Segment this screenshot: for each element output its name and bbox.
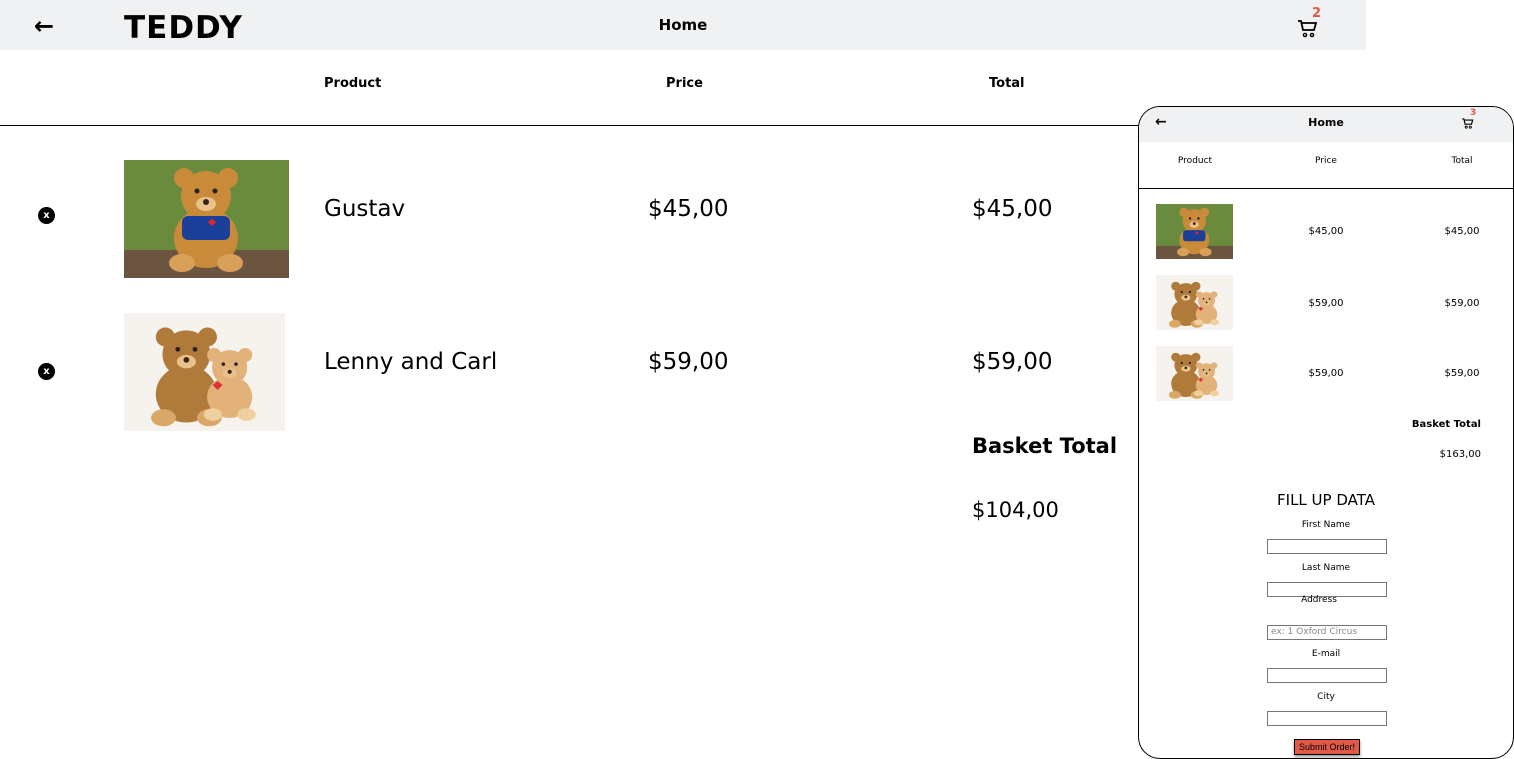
email-input[interactable] — [1267, 668, 1387, 683]
column-product: Product — [324, 76, 382, 91]
logo[interactable]: TEDDY — [124, 10, 243, 46]
submit-order-button[interactable]: Submit Order! — [1294, 739, 1361, 755]
email-label: E-mail — [1311, 649, 1341, 659]
mobile-column-price: Price — [1315, 156, 1337, 166]
basket-total-value: $104,00 — [972, 498, 1059, 522]
home-link[interactable]: Home — [659, 16, 708, 34]
remove-item-button[interactable]: x — [38, 207, 55, 224]
cart-count-badge: 2 — [1312, 6, 1322, 21]
mobile-price: $59,00 — [1308, 298, 1344, 309]
mobile-preview: ← Home 3 Product Price Total $45,00 $45,… — [1138, 106, 1514, 759]
product-price: $59,00 — [648, 349, 729, 375]
address-label: Address — [1301, 595, 1337, 605]
mobile-total: $59,00 — [1444, 298, 1480, 309]
mobile-column-product: Product — [1177, 156, 1213, 166]
product-total: $45,00 — [972, 196, 1053, 222]
city-input[interactable] — [1267, 711, 1387, 726]
product-name: Lenny and Carl — [324, 349, 498, 375]
mobile-home-link[interactable]: Home — [1308, 116, 1344, 129]
product-price: $45,00 — [648, 196, 729, 222]
form-title: FILL UP DATA — [1277, 491, 1375, 509]
mobile-cart-icon[interactable] — [1461, 116, 1475, 130]
mobile-divider — [1139, 188, 1513, 189]
mobile-column-total: Total — [1451, 156, 1473, 166]
mobile-price: $59,00 — [1308, 368, 1344, 379]
divider — [0, 125, 1140, 126]
mobile-price: $45,00 — [1308, 226, 1344, 237]
mobile-total: $45,00 — [1444, 226, 1480, 237]
mobile-basket-total-value: $163,00 — [1439, 449, 1481, 460]
address-input[interactable]: ex: 1 Oxford Circus — [1267, 625, 1387, 640]
column-price: Price — [666, 76, 703, 91]
product-name: Gustav — [324, 196, 406, 222]
first-name-label: First Name — [1301, 520, 1351, 530]
remove-item-button[interactable]: x — [38, 363, 55, 380]
last-name-label: Last Name — [1301, 563, 1351, 573]
mobile-cart-count-badge: 3 — [1470, 108, 1477, 118]
product-image-lenny-and-carl — [124, 313, 285, 431]
product-image-gustav — [124, 160, 289, 278]
city-label: City — [1317, 692, 1335, 702]
column-total: Total — [989, 76, 1025, 91]
mobile-back-arrow-icon[interactable]: ← — [1155, 114, 1167, 130]
first-name-input[interactable] — [1267, 539, 1387, 554]
mobile-total: $59,00 — [1444, 368, 1480, 379]
mobile-basket-total-label: Basket Total — [1411, 419, 1481, 430]
mobile-product-image — [1156, 346, 1233, 401]
product-total: $59,00 — [972, 349, 1053, 375]
mobile-product-image — [1156, 275, 1233, 330]
mobile-product-image — [1156, 204, 1233, 259]
back-arrow-icon[interactable]: ← — [34, 14, 54, 38]
basket-total-label: Basket Total — [972, 434, 1118, 458]
